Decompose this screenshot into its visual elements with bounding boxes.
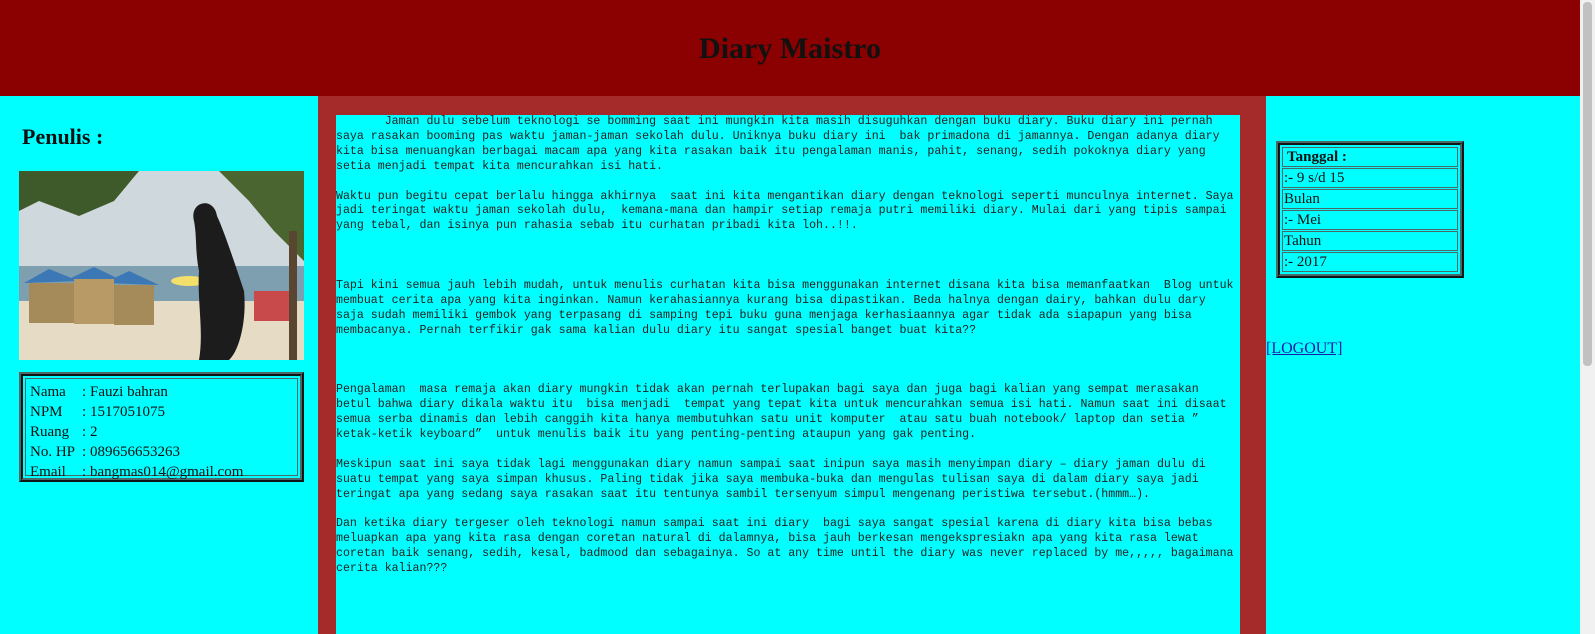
diary-paragraph: Pengalaman masa remaja akan diary mungki…	[336, 383, 1234, 441]
author-photo	[19, 171, 304, 360]
date-cell: Tanggal :	[1282, 147, 1458, 167]
info-value: 2	[90, 424, 98, 440]
info-value: bangmas014@gmail.com	[90, 464, 244, 480]
info-row: Ruang:2	[30, 422, 293, 442]
content-frame: Jaman dulu sebelum teknologi se bomming …	[318, 96, 1266, 634]
diary-paragraph: Tapi kini semua jauh lebih mudah, untuk …	[336, 278, 1240, 337]
info-colon: :	[82, 464, 87, 480]
page-title: Diary Maistro	[699, 32, 881, 65]
info-key: No. HP	[30, 444, 76, 460]
diary-paragraph: Waktu pun begitu cepat berlalu hingga ak…	[336, 189, 1240, 233]
info-row: No. HP:089656653263	[30, 442, 293, 462]
date-cell: Bulan	[1282, 189, 1458, 209]
scrollbar-thumb[interactable]	[1583, 2, 1592, 366]
vertical-scrollbar[interactable]	[1580, 0, 1595, 634]
info-key: NPM	[30, 404, 63, 420]
date-table: Tanggal ::- 9 s/d 15 Bulan:- Mei Tahun:- 2…	[1276, 141, 1464, 278]
info-colon: :	[82, 424, 87, 440]
page-header: Diary Maistro	[0, 0, 1580, 96]
info-key: Ruang	[30, 424, 70, 440]
author-heading: Penulis :	[22, 124, 104, 149]
info-value: Fauzi bahran	[90, 384, 168, 400]
info-value: 1517051075	[90, 404, 165, 420]
info-value: 089656653263	[90, 444, 180, 460]
date-cell: :- 2017	[1282, 252, 1458, 272]
info-row: NPM:1517051075	[30, 402, 293, 422]
logout-link[interactable]: [LOGOUT]	[1266, 340, 1342, 358]
info-colon: :	[82, 444, 87, 460]
diary-paragraph: Meskipun saat ini saya tidak lagi menggu…	[336, 457, 1213, 501]
diary-content: Jaman dulu sebelum teknologi se bomming …	[336, 115, 1240, 634]
info-key: Nama	[30, 384, 66, 400]
info-colon: :	[82, 404, 87, 420]
info-row: Nama: Fauzi bahran	[30, 382, 293, 402]
date-cell: :- Mei	[1282, 210, 1458, 230]
author-info-table: Nama: Fauzi bahran NPM:1517051075 Ruang:2 No…	[19, 372, 304, 482]
info-key: Email	[30, 464, 66, 480]
date-cell: :- 9 s/d 15	[1282, 168, 1458, 188]
diary-paragraph: Dan ketika diary tergeser oleh teknologi…	[336, 517, 1240, 576]
date-cell: Tahun	[1282, 231, 1458, 251]
left-sidebar: Penulis : Nama: Fauzi bahran NPM:151705107…	[0, 96, 318, 634]
right-sidebar: Tanggal ::- 9 s/d 15 Bulan:- Mei Tahun:- 2…	[1266, 96, 1580, 634]
info-row: Email: bangmas014@gmail.com	[30, 462, 293, 482]
diary-paragraph: Jaman dulu sebelum teknologi se bomming …	[336, 115, 1227, 173]
info-colon: :	[82, 384, 87, 400]
